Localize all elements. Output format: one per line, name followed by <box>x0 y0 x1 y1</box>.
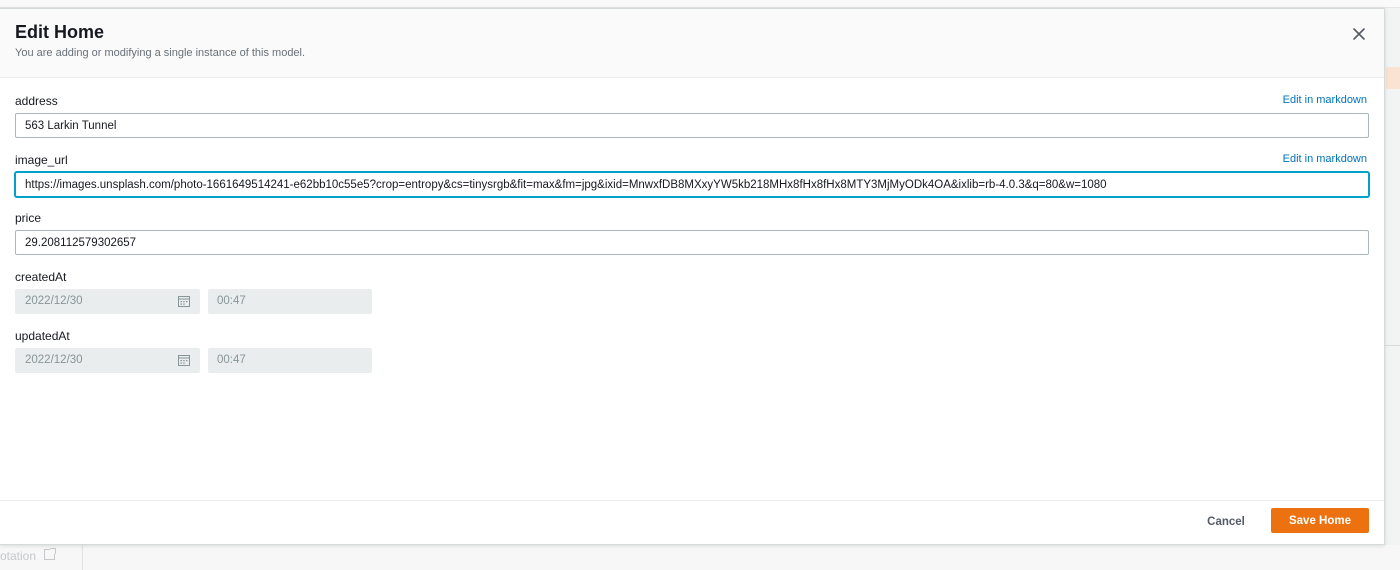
background-footer-divider <box>82 545 83 570</box>
cancel-button[interactable]: Cancel <box>1196 511 1256 533</box>
close-button[interactable] <box>1350 25 1368 43</box>
price-input[interactable] <box>15 230 1369 255</box>
background-footer <box>0 545 1400 570</box>
address-input[interactable] <box>15 113 1369 138</box>
updated-at-date-value: 2022/12/30 <box>25 354 83 366</box>
created-at-label: createdAt <box>15 270 67 284</box>
updated-at-label: updatedAt <box>15 329 70 343</box>
created-at-time-input[interactable]: 00:47 <box>208 289 372 314</box>
background-side-tab <box>1386 67 1400 89</box>
modal-header: Edit Home You are adding or modifying a … <box>0 9 1384 78</box>
address-edit-markdown-link[interactable]: Edit in markdown <box>1283 94 1367 106</box>
external-link-icon <box>44 548 56 560</box>
updated-at-time-input[interactable]: 00:47 <box>208 348 372 373</box>
background-topbar <box>0 0 1400 8</box>
modal-title: Edit Home <box>15 22 105 42</box>
image-url-label: image_url <box>15 153 68 167</box>
created-at-date-value: 2022/12/30 <box>25 295 83 307</box>
address-label: address <box>15 94 58 108</box>
background-footer-text: otation <box>0 549 37 563</box>
price-label: price <box>15 211 42 225</box>
modal-footer: Cancel Save Home <box>0 500 1384 544</box>
close-icon <box>1353 28 1365 40</box>
image-url-edit-markdown-link[interactable]: Edit in markdown <box>1283 153 1367 165</box>
edit-modal: Edit Home You are adding or modifying a … <box>0 8 1385 545</box>
save-home-button[interactable]: Save Home <box>1271 508 1369 533</box>
calendar-icon <box>178 355 190 366</box>
image-url-input[interactable] <box>15 172 1369 197</box>
updated-at-date-input[interactable]: 2022/12/30 <box>15 348 200 373</box>
calendar-icon <box>178 296 190 307</box>
created-at-date-input[interactable]: 2022/12/30 <box>15 289 200 314</box>
background-divider <box>1384 345 1400 346</box>
modal-subtitle: You are adding or modifying a single ins… <box>15 47 306 59</box>
